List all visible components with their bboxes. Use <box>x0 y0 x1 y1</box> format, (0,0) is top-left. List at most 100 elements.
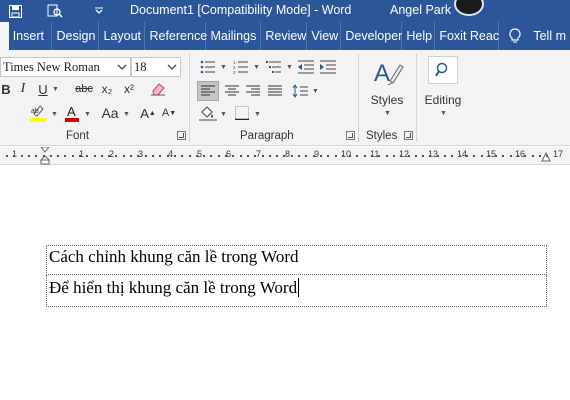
group-divider <box>189 54 190 142</box>
line-spacing-dropdown-icon[interactable]: ▼ <box>312 88 319 95</box>
strikethrough-button[interactable]: abc <box>73 80 95 98</box>
font-dialog-launcher-icon[interactable] <box>177 131 186 140</box>
underline-button[interactable]: U <box>36 80 50 98</box>
clear-formatting-button[interactable] <box>148 80 168 98</box>
tab-references[interactable]: Reference <box>145 22 207 50</box>
ruler-tick <box>94 155 96 157</box>
print-preview-icon[interactable] <box>46 2 64 20</box>
tab-review[interactable]: Review <box>261 22 308 50</box>
change-case-button[interactable]: Aa <box>99 104 121 122</box>
tab-design[interactable]: Design <box>52 22 100 50</box>
paragraph-dialog-launcher-icon[interactable] <box>346 131 355 140</box>
ruler-tick <box>247 155 249 157</box>
editing-button[interactable] <box>428 56 458 84</box>
superscript-button[interactable]: x² <box>121 80 137 98</box>
ruler-tick <box>6 155 8 157</box>
group-divider <box>416 54 417 142</box>
bullets-button[interactable] <box>198 58 218 76</box>
font-size-combo[interactable]: 18 <box>131 57 181 77</box>
search-icon <box>435 62 448 77</box>
ruler-tick <box>240 155 242 157</box>
right-indent-marker-icon[interactable] <box>541 152 551 162</box>
ruler-tick <box>254 155 256 157</box>
chevron-down-icon[interactable] <box>117 62 127 72</box>
grow-font-button[interactable]: A ▲ <box>140 104 156 122</box>
ruler-label: 13 <box>428 149 439 159</box>
ruler-tick <box>64 155 66 157</box>
tab-view[interactable]: View <box>307 22 342 50</box>
borders-button[interactable] <box>232 104 252 122</box>
bold-button[interactable]: B <box>0 80 12 98</box>
align-center-button[interactable] <box>222 81 242 101</box>
italic-button[interactable]: I <box>16 80 30 98</box>
customize-qat-icon[interactable] <box>90 2 108 20</box>
tab-developer[interactable]: Developer <box>341 22 403 50</box>
multilevel-dropdown-icon[interactable]: ▼ <box>286 64 293 71</box>
justify-icon <box>268 85 282 96</box>
ruler-tick <box>349 155 351 157</box>
ruler-tick <box>335 155 337 157</box>
shading-button[interactable] <box>198 104 218 122</box>
lightbulb-icon <box>509 28 521 43</box>
styles-dialog-launcher-icon[interactable] <box>404 131 413 140</box>
decrease-indent-button[interactable] <box>297 58 315 76</box>
tell-me-search[interactable]: Tell m <box>499 22 570 50</box>
ruler-tick <box>488 155 490 157</box>
ruler-tick <box>86 155 88 157</box>
highlight-color-button[interactable]: ab <box>28 104 48 122</box>
highlighter-icon: ab <box>30 105 46 122</box>
document-line[interactable]: Cách chỉnh khung căn lề trong Word <box>46 245 547 275</box>
underline-dropdown-icon[interactable]: ▼ <box>52 86 59 93</box>
horizontal-ruler[interactable]: 1 1 2 3 4 5 6 7 8 9 10 11 12 13 14 15 16… <box>0 147 570 165</box>
bullets-dropdown-icon[interactable]: ▼ <box>220 64 227 71</box>
font-color-button[interactable]: A <box>63 104 81 122</box>
numbering-button[interactable]: 123 <box>231 58 251 76</box>
highlight-dropdown-icon[interactable]: ▼ <box>51 111 58 118</box>
font-name-combo[interactable]: Times New Roman <box>0 57 131 77</box>
line-spacing-button[interactable] <box>290 81 310 101</box>
document-line[interactable]: Để hiển thị khung căn lề trong Word <box>46 275 547 307</box>
ruler-tick <box>532 155 534 157</box>
ruler-tick <box>327 155 329 157</box>
title-bar: Document1 [Compatibility Mode] - Word An… <box>0 0 570 22</box>
shading-dropdown-icon[interactable]: ▼ <box>220 111 227 118</box>
change-case-dropdown-icon[interactable]: ▼ <box>123 111 130 118</box>
tab-insert[interactable]: Insert <box>9 22 53 50</box>
subscript-button[interactable]: x₂ <box>99 80 115 98</box>
left-indent-marker-icon[interactable] <box>40 147 50 165</box>
ruler-tick <box>429 155 431 157</box>
multilevel-list-button[interactable] <box>264 58 284 76</box>
justify-button[interactable] <box>265 81 285 101</box>
font-size-value: 18 <box>134 59 147 74</box>
document-page[interactable]: Cách chỉnh khung căn lề trong Word Để hi… <box>0 165 570 400</box>
borders-dropdown-icon[interactable]: ▼ <box>254 111 261 118</box>
styles-dropdown-icon[interactable]: ▼ <box>384 110 391 117</box>
ruler-label: 6 <box>226 149 232 159</box>
ruler-tick <box>72 155 74 157</box>
styles-gallery-button[interactable]: A <box>368 58 406 90</box>
numbering-dropdown-icon[interactable]: ▼ <box>253 64 260 71</box>
increase-indent-button[interactable] <box>319 58 337 76</box>
align-left-button[interactable] <box>197 81 219 101</box>
ruler-label: 5 <box>197 149 203 159</box>
tab-foxit-reader[interactable]: Foxit Reac <box>435 22 500 50</box>
tab-mailings[interactable]: Mailings <box>206 22 262 50</box>
chevron-down-icon[interactable] <box>167 62 177 72</box>
ruler-tick <box>356 155 358 157</box>
font-color-dropdown-icon[interactable]: ▼ <box>84 111 91 118</box>
tab-layout[interactable]: Layout <box>99 22 146 50</box>
tab-home-active[interactable] <box>0 22 9 50</box>
tell-me-label: Tell m <box>533 29 566 43</box>
align-right-button[interactable] <box>243 81 263 101</box>
ruler-tick <box>415 155 417 157</box>
paint-bucket-icon <box>199 106 217 121</box>
avatar[interactable] <box>454 0 484 16</box>
ruler-label: 1 <box>79 149 85 159</box>
save-icon[interactable] <box>6 2 24 20</box>
ribbon-tabs: Insert Design Layout Reference Mailings … <box>0 22 570 50</box>
shrink-font-button[interactable]: A ▼ <box>162 104 176 122</box>
editing-dropdown-icon[interactable]: ▼ <box>440 110 447 117</box>
font-name-value: Times New Roman <box>3 59 100 74</box>
user-name[interactable]: Angel Park <box>390 3 451 17</box>
tab-help[interactable]: Help <box>402 22 436 50</box>
